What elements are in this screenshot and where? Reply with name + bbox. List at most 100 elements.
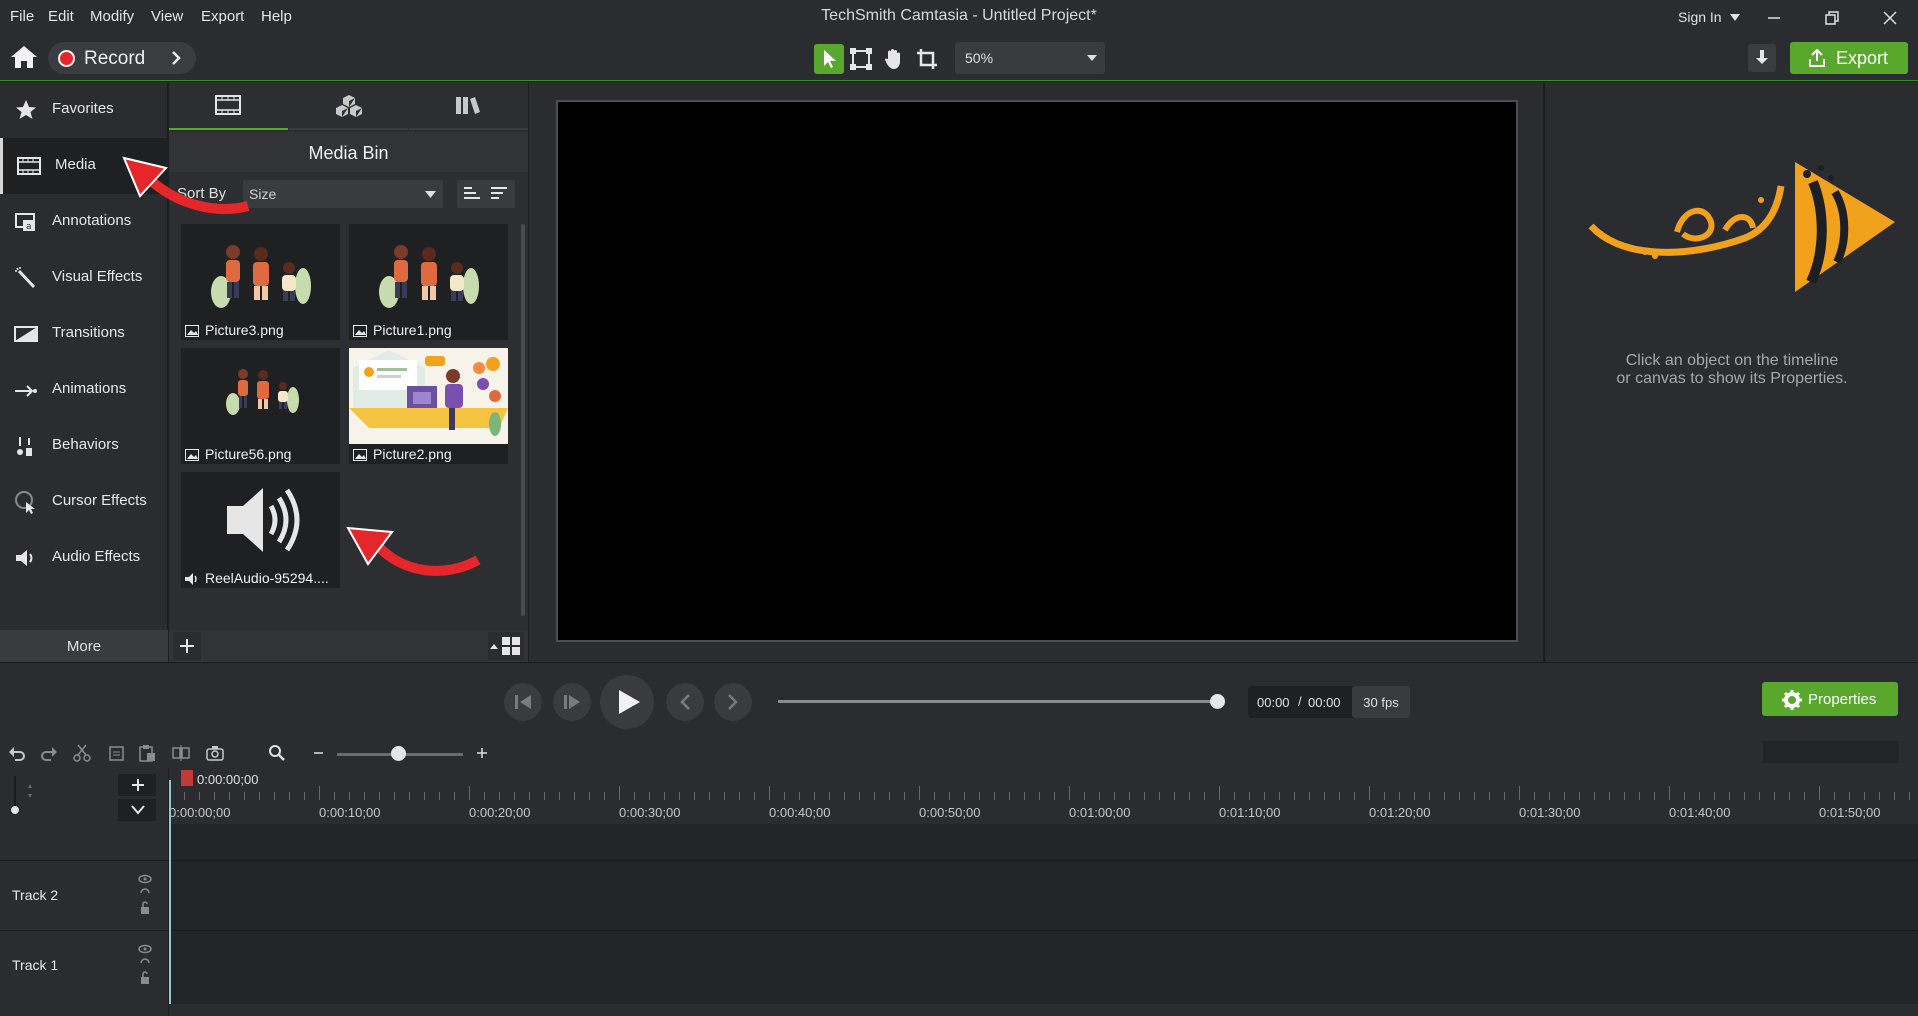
select-tool-button[interactable] (814, 44, 844, 74)
media-item[interactable]: Picture56.png (181, 348, 340, 464)
paste-icon[interactable] (138, 744, 156, 762)
properties-hint-line1: Click an object on the timeline (1625, 352, 1839, 369)
step-back-button[interactable] (504, 683, 542, 721)
window-title: TechSmith Camtasia - Untitled Project* (821, 7, 1097, 24)
add-track-button[interactable] (118, 774, 156, 796)
close-icon[interactable] (1878, 6, 1902, 30)
sidebar-item-behaviors[interactable]: Behaviors (0, 418, 168, 474)
media-thumbnail (349, 224, 508, 320)
pan-tool-button[interactable] (878, 44, 908, 74)
tab-media-bin[interactable] (169, 82, 288, 130)
zoom-icon[interactable] (268, 744, 286, 762)
tab-library[interactable] (289, 82, 408, 130)
step-forward-button[interactable] (553, 683, 591, 721)
media-name: Picture56.png (205, 446, 292, 462)
record-options-button[interactable] (160, 42, 192, 74)
arrow-annotation (122, 156, 250, 214)
film-icon (17, 157, 41, 175)
previous-marker-button[interactable] (666, 683, 704, 721)
cut-icon[interactable] (73, 744, 91, 762)
sidebar-item-visual-effects[interactable]: Visual Effects (0, 250, 168, 306)
preview-canvas[interactable] (556, 100, 1518, 642)
media-item[interactable]: Picture3.png (181, 224, 340, 340)
hand-icon (885, 49, 900, 69)
timeline-toolbar (0, 738, 1918, 768)
zoom-value: 50% (965, 50, 994, 66)
track-lane-1[interactable] (169, 930, 1918, 1000)
zoom-dropdown[interactable]: 50% (955, 42, 1105, 74)
ruler-label: 0:00:10;00 (319, 805, 381, 820)
more-button[interactable]: More (0, 630, 168, 662)
crop-tool-button[interactable] (912, 44, 942, 74)
download-button[interactable] (1748, 44, 1776, 72)
timeline-tracks[interactable] (169, 824, 1918, 1004)
timeline-zoom-handle[interactable] (391, 746, 406, 761)
track-header-1[interactable]: Track 1 (0, 930, 168, 1000)
sign-in-button[interactable]: Sign In (1678, 9, 1722, 25)
behaviors-icon (17, 437, 32, 456)
ruler-label: 0:01:40;00 (1669, 805, 1731, 820)
redo-icon[interactable] (40, 744, 58, 762)
sidebar-item-transitions[interactable]: Transitions (0, 306, 168, 362)
media-item[interactable]: ReelAudio-95294.... (181, 472, 340, 588)
sort-dropdown[interactable]: Size (243, 180, 443, 208)
properties-button[interactable]: Properties (1762, 682, 1898, 716)
arrow-annotation (346, 526, 481, 576)
minimize-icon[interactable] (1762, 6, 1786, 30)
zoom-in-icon[interactable] (473, 744, 491, 762)
media-item[interactable]: Picture2.png (349, 348, 508, 464)
play-button[interactable] (600, 675, 654, 729)
playhead-handle[interactable] (181, 770, 193, 786)
scrub-bar[interactable] (778, 700, 1218, 703)
playhead-line[interactable] (169, 780, 171, 1004)
track-lane-2[interactable] (169, 860, 1918, 930)
restore-icon[interactable] (1820, 6, 1844, 30)
wand-icon (15, 267, 36, 289)
undo-icon[interactable] (8, 744, 26, 762)
timeline-ruler[interactable]: 0:00:00;00 0:00:00;00 0:00:10;00 0:00:20… (169, 768, 1918, 824)
view-toggle-button[interactable] (488, 632, 524, 660)
split-icon[interactable] (172, 744, 190, 762)
zoom-out-icon[interactable] (310, 744, 328, 762)
canvas-area (529, 82, 1543, 662)
fps-display: 30 fps (1352, 686, 1410, 718)
sort-order-toggle[interactable] (457, 180, 515, 208)
camera-icon[interactable] (206, 744, 224, 762)
chevron-up-icon (490, 644, 498, 649)
timeline-search-box[interactable] (1763, 741, 1899, 763)
export-button[interactable]: Export (1790, 42, 1908, 74)
ruler-label: 0:01:20;00 (1369, 805, 1431, 820)
tab-assets[interactable] (409, 82, 528, 130)
media-name: Picture3.png (205, 322, 284, 338)
track-controls-icon[interactable] (138, 943, 152, 991)
sidebar-item-animations[interactable]: Animations (0, 362, 168, 418)
track-spacer (0, 824, 168, 860)
share-icon (1809, 49, 1825, 67)
export-label: Export (1836, 48, 1889, 68)
sidebar-item-favorites[interactable]: Favorites (0, 82, 168, 138)
transform-tool-button[interactable] (846, 44, 876, 74)
track-header-2[interactable]: Track 2 (0, 860, 168, 930)
import-media-button[interactable] (173, 632, 201, 660)
track-height-slider[interactable] (10, 774, 34, 816)
record-icon (58, 50, 75, 67)
ruler-label: 0:01:00;00 (1069, 805, 1131, 820)
chevron-down-icon[interactable] (1730, 14, 1740, 22)
star-icon (16, 100, 36, 119)
menu-bar: File Edit Modify View Export Help TechSm… (0, 0, 1918, 36)
media-bin-scrollbar[interactable] (521, 224, 525, 616)
sidebar-item-cursor-effects[interactable]: Cursor Effects (0, 474, 168, 530)
home-icon[interactable] (10, 44, 38, 70)
sidebar-item-audio-effects[interactable]: Audio Effects (0, 530, 168, 586)
track-controls-icon[interactable] (138, 873, 152, 921)
scrub-handle[interactable] (1210, 694, 1225, 709)
collapse-tracks-button[interactable] (118, 799, 156, 821)
media-thumbnail (181, 224, 340, 320)
timeline-scrollbar[interactable] (169, 1004, 1918, 1016)
current-time: 00:00 (1257, 695, 1290, 710)
next-marker-button[interactable] (714, 683, 752, 721)
copy-icon[interactable] (108, 744, 126, 762)
sidebar-item-label: Cursor Effects (52, 492, 147, 509)
arrow-icon (15, 385, 37, 397)
media-item[interactable]: Picture1.png (349, 224, 508, 340)
